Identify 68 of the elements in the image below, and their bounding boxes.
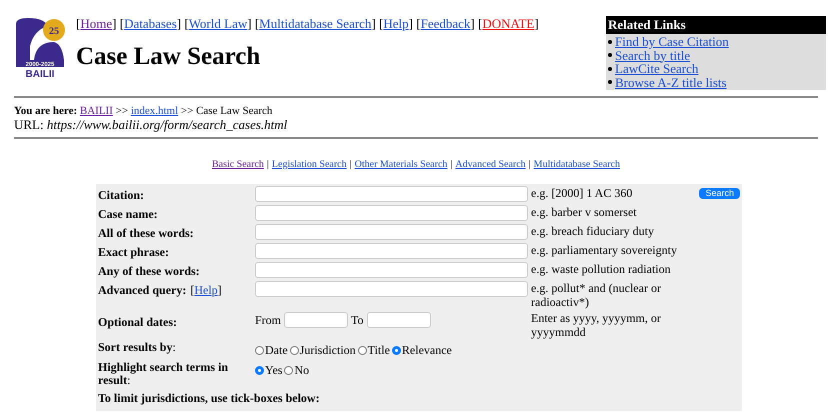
text-field[interactable]	[255, 262, 528, 278]
radio-option[interactable]: Date	[255, 341, 288, 359]
field-hint: e.g. [2000] 1 AC 360	[531, 186, 634, 200]
breadcrumb-text: >> Case Law Search	[180, 105, 272, 117]
field-label: To limit jurisdictions, use tick-boxes below:	[98, 390, 320, 407]
nav-link[interactable]: [Databases]	[120, 16, 182, 31]
search-type-link[interactable]: Legislation Search	[272, 159, 347, 170]
field-label: Case name:	[98, 206, 158, 222]
text-field[interactable]	[255, 281, 528, 297]
search-type-link[interactable]: Other Materials Search	[354, 159, 448, 170]
field-label: From	[255, 312, 282, 329]
page-title: Case Law Search	[76, 42, 262, 72]
related-link[interactable]: Find by Case Citation	[615, 35, 729, 48]
field-hint: e.g. parliamentary sovereignty	[531, 243, 678, 257]
text-field[interactable]	[255, 224, 528, 240]
field-hint: e.g. breach fiduciary duty	[531, 224, 655, 238]
bullet-icon	[608, 66, 612, 71]
date-field[interactable]	[284, 312, 348, 328]
field-label: Exact phrase:	[98, 244, 169, 260]
field-hint: e.g. pollut* and (nuclear or radioactiv*)	[531, 281, 662, 309]
breadcrumb-label: You are here:	[14, 105, 78, 117]
field-label: Any of these words:	[98, 262, 200, 280]
nav-link[interactable]: [Multidatabase Search]	[254, 16, 376, 31]
related-link[interactable]: Browse A-Z title lists	[615, 76, 727, 89]
nav-link[interactable]: [Home]	[76, 16, 116, 31]
text-field[interactable]	[255, 186, 528, 202]
nav-link[interactable]: [DONATE]	[478, 16, 539, 31]
field-hint: Enter as yyyy, yyyymm, or yyyymmdd	[531, 311, 662, 339]
breadcrumb-link[interactable]: index.html	[130, 105, 178, 117]
field-hint: e.g. waste pollution radiation	[531, 262, 672, 276]
date-field[interactable]	[366, 312, 431, 328]
breadcrumb-link[interactable]: BAILII	[80, 105, 113, 117]
breadcrumb-text: >>	[116, 105, 128, 117]
separator: |	[450, 159, 452, 170]
field-label: Sort results by:	[98, 340, 176, 354]
related-link[interactable]: Search by title	[615, 48, 690, 62]
related-link[interactable]: LawCite Search	[615, 62, 698, 76]
field-hint: e.g. barber v somerset	[531, 205, 638, 219]
bullet-icon	[608, 40, 612, 44]
bullet-icon	[608, 80, 612, 84]
help-link[interactable]: [Help]	[190, 280, 222, 298]
search-type-link[interactable]: Advanced Search	[455, 159, 526, 170]
separator: |	[528, 159, 531, 170]
radio-option[interactable]: Yes	[255, 361, 282, 379]
radio-option[interactable]: Relevance	[392, 341, 452, 359]
nav-link[interactable]: [Help]	[379, 16, 413, 31]
search-type-link[interactable]: Multidatabase Search	[534, 159, 620, 170]
field-label: To	[351, 312, 364, 329]
search-type-link[interactable]: Basic Search	[212, 159, 264, 170]
field-label: All of these words:	[98, 224, 194, 242]
url-text: https://www.bailii.org/form/search_cases.html	[46, 117, 288, 132]
radio-option[interactable]: Title	[358, 341, 390, 359]
field-label: Optional dates:	[98, 315, 178, 329]
search-button[interactable]: Search	[699, 188, 740, 199]
radio-option[interactable]: No	[284, 361, 310, 379]
field-label: Highlight search terms in result:	[98, 360, 228, 387]
text-field[interactable]	[255, 243, 528, 259]
panel-title: Related Links	[606, 16, 826, 34]
bullet-icon	[608, 53, 612, 58]
nav-link[interactable]: [World Law]	[184, 16, 252, 31]
url-label: URL:	[14, 117, 44, 132]
field-label: Citation:	[98, 186, 144, 204]
radio-option[interactable]: Jurisdiction	[290, 341, 356, 359]
text-field[interactable]	[255, 205, 528, 221]
separator: |	[266, 159, 269, 170]
field-label: Advanced query:	[98, 282, 186, 298]
separator: |	[350, 159, 352, 170]
nav-link[interactable]: [Feedback]	[416, 16, 475, 31]
